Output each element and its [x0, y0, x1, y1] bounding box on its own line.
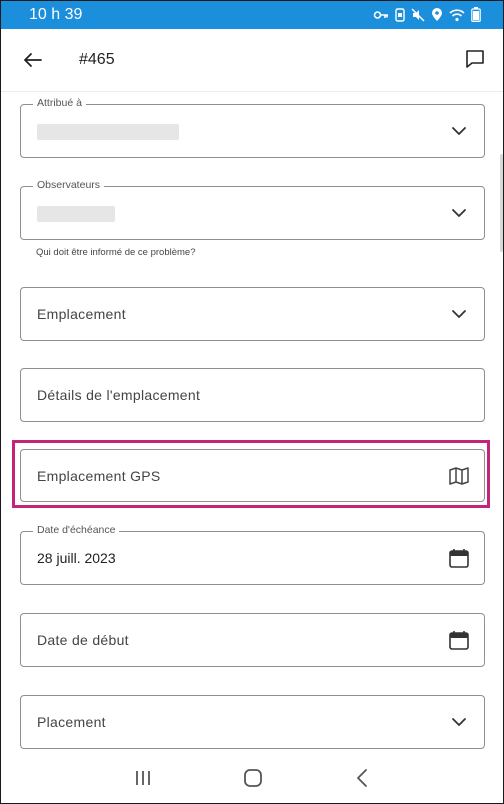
- chevron-down-icon[interactable]: [448, 120, 470, 142]
- observers-label: Observateurs: [33, 179, 105, 191]
- calendar-icon[interactable]: [448, 629, 470, 651]
- observers-helper-text: Qui doit être informé de ce problème?: [36, 247, 196, 258]
- chevron-down-icon[interactable]: [448, 303, 470, 325]
- placement-placeholder: Placement: [37, 714, 106, 730]
- due-date-field[interactable]: Date d'échéance 28 juill. 2023: [20, 524, 485, 585]
- key-icon: [373, 8, 389, 27]
- app-bar: #465: [1, 29, 503, 92]
- chevron-down-icon[interactable]: [448, 711, 470, 733]
- comment-icon[interactable]: [463, 47, 487, 71]
- status-icons: [373, 7, 481, 27]
- due-date-label: Date d'échéance: [33, 524, 120, 536]
- home-icon[interactable]: [241, 766, 265, 790]
- chevron-down-icon[interactable]: [448, 202, 470, 224]
- status-time: 10 h 39: [29, 6, 83, 23]
- observers-select[interactable]: Observateurs: [20, 179, 485, 240]
- start-date-field[interactable]: Date de début: [20, 613, 485, 667]
- observers-value-redacted: [37, 206, 115, 222]
- start-date-placeholder: Date de début: [37, 632, 129, 648]
- system-nav-bar: [1, 752, 503, 803]
- due-date-value: 28 juill. 2023: [37, 550, 116, 566]
- page-title: #465: [79, 51, 115, 68]
- battery-icon: [471, 7, 481, 27]
- assignee-select[interactable]: Attribué à: [20, 97, 485, 158]
- arrow-left-icon[interactable]: [21, 48, 45, 72]
- location-icon: [431, 7, 443, 27]
- recents-icon[interactable]: [131, 766, 155, 790]
- assignee-value-redacted: [37, 124, 179, 140]
- issue-form: Attribué à Observateurs Qui doit être in…: [1, 92, 503, 752]
- app-window: 10 h 39 #465 Attribué à Observateurs Qui…: [0, 0, 504, 804]
- location-details-input[interactable]: Détails de l'emplacement: [20, 368, 485, 422]
- location-placeholder: Emplacement: [37, 306, 126, 322]
- status-bar: 10 h 39: [1, 1, 503, 29]
- placement-select[interactable]: Placement: [20, 695, 485, 749]
- location-details-placeholder: Détails de l'emplacement: [37, 387, 201, 403]
- wifi-icon: [449, 8, 465, 27]
- scrollbar[interactable]: [500, 154, 503, 252]
- back-icon[interactable]: [351, 766, 375, 790]
- location-select[interactable]: Emplacement: [20, 287, 485, 341]
- assignee-label: Attribué à: [33, 97, 86, 109]
- gps-field-highlight: [12, 440, 490, 508]
- calendar-icon[interactable]: [448, 547, 470, 569]
- mute-icon: [411, 7, 425, 27]
- nfc-icon: [395, 7, 405, 27]
